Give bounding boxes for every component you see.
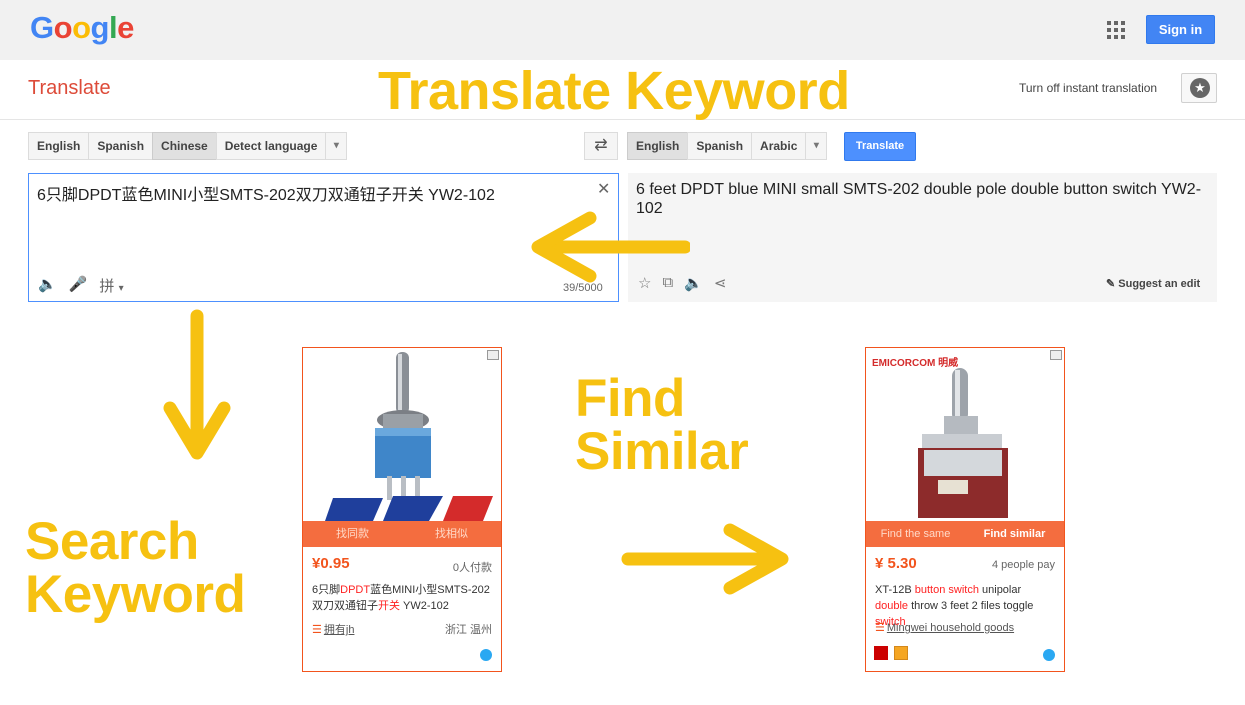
logo-letter: o — [53, 10, 73, 45]
top-bar — [0, 0, 1245, 60]
close-icon[interactable]: ✕ — [597, 179, 610, 199]
speaker-icon[interactable]: 🔈 — [38, 275, 57, 296]
swap-icon: ⇄ — [594, 137, 608, 154]
target-lang-english[interactable]: English — [627, 132, 688, 160]
find-similar-line1: Find — [575, 369, 685, 428]
find-same-button[interactable]: Find the same — [866, 521, 965, 547]
image-toggle-icon[interactable] — [1050, 350, 1062, 360]
payment-count: 0人付款 — [452, 562, 492, 574]
title-text: XT-12B — [875, 584, 915, 596]
card-action-bar: Find the same Find similar — [866, 521, 1064, 547]
chat-icon[interactable] — [480, 649, 492, 661]
translation-output: 6 feet DPDT blue MINI small SMTS-202 dou… — [628, 173, 1217, 302]
logo-letter: e — [117, 10, 134, 45]
chevron-down-icon[interactable]: ▾ — [805, 132, 828, 160]
share-icon[interactable]: ⋖ — [714, 274, 727, 292]
insurance-badge-icon — [894, 646, 908, 660]
translated-text: 6 feet DPDT blue MINI small SMTS-202 dou… — [636, 181, 1202, 217]
product-price: ¥0.95 — [312, 555, 350, 572]
translate-button[interactable]: Translate — [844, 132, 916, 161]
find-similar-button[interactable]: Find similar — [965, 521, 1064, 547]
brand-badge-icon — [874, 646, 888, 660]
chat-icon[interactable] — [1043, 649, 1055, 661]
shop-location: 浙江 温州 — [444, 624, 492, 636]
logo-letter: o — [72, 10, 91, 45]
chevron-down-icon: ▾ — [118, 283, 124, 294]
target-lang-spanish[interactable]: Spanish — [687, 132, 752, 160]
pencil-icon: ✎ — [1106, 278, 1116, 290]
instant-translation-toggle[interactable]: Turn off instant translation — [1019, 81, 1157, 95]
keyword-highlight: double — [875, 600, 909, 612]
search-keyword-line2: Keyword — [25, 565, 246, 624]
image-toggle-icon[interactable] — [487, 350, 499, 360]
product-image[interactable] — [866, 348, 1064, 521]
suggest-edit-link[interactable]: ✎ Suggest an edit — [1106, 277, 1200, 290]
ime-label: 拼 — [99, 278, 115, 295]
microphone-icon[interactable]: 🎤 — [69, 275, 88, 296]
find-similar-button[interactable]: 找相似 — [402, 521, 501, 547]
shop-link[interactable]: 拥有jh — [312, 621, 355, 637]
source-language-bar: English Spanish Chinese Detect language … — [28, 132, 348, 160]
logo-letter: l — [108, 10, 118, 45]
arrow-down-icon — [163, 309, 231, 460]
product-card-1[interactable]: 找同款 找相似 ¥0.95 0人付款 6只脚DPDT蓝色MINI小型SMTS-2… — [302, 347, 502, 672]
swap-languages-button[interactable]: ⇄ — [584, 132, 618, 160]
search-keyword-line1: Search — [25, 512, 199, 571]
brand-logo: EMICORCOM 明威 — [872, 358, 959, 369]
arrow-left-icon — [531, 211, 690, 283]
source-lang-detect[interactable]: Detect language — [215, 132, 326, 160]
shop-link[interactable]: Mingwei household goods — [875, 621, 1014, 634]
source-text[interactable]: 6只脚DPDT蓝色MINI小型SMTS-202双刀双通钮子开关 YW2-102 — [37, 181, 495, 205]
search-keyword-annotation: Search Keyword — [25, 512, 246, 624]
source-lang-spanish[interactable]: Spanish — [88, 132, 153, 160]
card-action-bar: 找同款 找相似 — [303, 521, 501, 547]
product-card-2[interactable]: Find the same Find similar EMICORCOM 明威 … — [865, 347, 1065, 672]
target-language-bar: English Spanish Arabic ▾ — [627, 132, 828, 160]
arrow-right-icon — [621, 523, 789, 595]
product-price: ¥ 5.30 — [875, 555, 917, 572]
find-similar-line2: Similar — [575, 422, 749, 481]
title-text: YW2-102 — [400, 600, 449, 612]
logo-letter: G — [30, 10, 54, 45]
title-text: throw 3 feet 2 files toggle — [908, 600, 1034, 612]
source-lang-chinese[interactable]: Chinese — [152, 132, 216, 160]
phrasebook-button[interactable]: ★ — [1181, 73, 1217, 103]
source-tools: 🔈 🎤 拼 ▾ — [38, 275, 124, 296]
product-title[interactable]: 6只脚DPDT蓝色MINI小型SMTS-202双刀双通钮子开关 YW2-102 — [312, 582, 494, 614]
star-icon: ★ — [1190, 78, 1210, 98]
find-similar-annotation: Find Similar — [575, 369, 749, 481]
logo-letter: g — [90, 10, 110, 45]
chevron-down-icon[interactable]: ▾ — [325, 132, 348, 160]
keyword-highlight: 开关 — [378, 600, 400, 612]
sign-in-button[interactable]: Sign in — [1146, 15, 1215, 44]
find-same-button[interactable]: 找同款 — [303, 521, 402, 547]
title-text: unipolar — [978, 584, 1022, 596]
translate-keyword-annotation: Translate Keyword — [378, 61, 850, 121]
page-title[interactable]: Translate — [28, 77, 111, 100]
payment-count: 4 people pay — [992, 559, 1055, 571]
target-lang-arabic[interactable]: Arabic — [751, 132, 806, 160]
input-tools-button[interactable]: 拼 ▾ — [99, 275, 123, 296]
title-text: 6只脚 — [312, 584, 341, 596]
product-image[interactable] — [303, 348, 501, 521]
suggest-edit-label: Suggest an edit — [1118, 278, 1201, 290]
google-logo[interactable]: Google — [30, 10, 134, 46]
apps-grid-icon[interactable] — [1107, 21, 1125, 39]
keyword-highlight: DPDT — [340, 584, 371, 596]
source-lang-english[interactable]: English — [28, 132, 89, 160]
keyword-highlight: button switch — [914, 584, 979, 596]
